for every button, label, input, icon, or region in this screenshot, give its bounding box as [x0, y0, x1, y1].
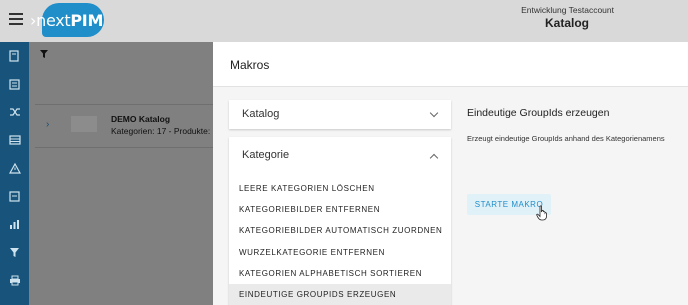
accordion-kategorie[interactable]: Kategorie LEERE KATEGORIEN LÖSCHEN KATEG… — [229, 137, 451, 305]
catalog-stats: Kategorien: 17 - Produkte: 5 — [111, 126, 218, 136]
filter-icon[interactable] — [0, 238, 29, 266]
page-title: Katalog — [544, 16, 589, 30]
filter-icon[interactable] — [40, 50, 48, 58]
chevron-down-icon — [429, 108, 439, 118]
accordion-katalog[interactable]: Katalog — [229, 100, 451, 129]
menu-icon[interactable] — [9, 13, 23, 25]
accordion-label: Katalog — [242, 108, 280, 120]
dialog-body: Katalog Kategorie LEERE KATEGORIEN LÖSCH… — [213, 87, 688, 305]
accordion-label: Kategorie — [242, 149, 290, 161]
catalog-icon[interactable] — [0, 42, 29, 70]
macro-item-kategoriebilder-entfernen[interactable]: KATEGORIEBILDER ENTFERNEN — [229, 199, 451, 220]
dialog-title: Makros — [230, 58, 270, 72]
catalog-thumbnail — [71, 116, 97, 132]
macro-item-kategoriebilder-zuordnen[interactable]: KATEGORIEBILDER AUTOMATISCH ZUORDNEN — [229, 220, 451, 241]
macro-detail-description: Erzeugt eindeutige GroupIds anhand des K… — [467, 134, 665, 143]
hand-cursor-icon — [536, 205, 547, 221]
table-row[interactable]: › DEMO Katalog Kategorien: 17 - Produkte… — [35, 104, 235, 148]
catalog-name: DEMO Katalog — [111, 114, 171, 124]
sidebar — [0, 42, 29, 305]
chevron-right-icon[interactable]: › — [46, 119, 49, 130]
top-bar: ›nextPIM Entwicklung Testaccount Katalog — [0, 0, 688, 42]
macro-item-wurzelkategorie-entfernen[interactable]: WURZELKATEGORIE ENTFERNEN — [229, 242, 451, 263]
warning-icon[interactable] — [0, 154, 29, 182]
list-icon[interactable] — [0, 70, 29, 98]
nextpim-logo[interactable]: ›nextPIM — [28, 3, 104, 37]
environment-name: Entwicklung Testaccount — [521, 5, 614, 15]
macros-dialog: Makros Katalog Kategorie LEERE KATEGORIE… — [213, 42, 688, 305]
macro-item-leere-kategorien-loeschen[interactable]: LEERE KATEGORIEN LÖSCHEN — [229, 178, 451, 199]
chart-icon[interactable] — [0, 210, 29, 238]
macro-item-kategorien-sortieren[interactable]: KATEGORIEN ALPHABETISCH SORTIEREN — [229, 263, 451, 284]
chevron-up-icon — [429, 153, 439, 163]
print-icon[interactable] — [0, 266, 29, 294]
macro-list: LEERE KATEGORIEN LÖSCHEN KATEGORIEBILDER… — [229, 178, 451, 305]
macro-item-groupids-erzeugen[interactable]: EINDEUTIGE GROUPIDS ERZEUGEN — [229, 283, 451, 305]
macro-detail-title: Eindeutige GroupIds erzeugen — [467, 107, 610, 119]
accordion-header[interactable]: Kategorie — [229, 137, 451, 173]
shuffle-icon[interactable] — [0, 98, 29, 126]
document-icon[interactable] — [0, 182, 29, 210]
table-icon[interactable] — [0, 126, 29, 154]
accordion-header[interactable]: Katalog — [229, 100, 451, 129]
